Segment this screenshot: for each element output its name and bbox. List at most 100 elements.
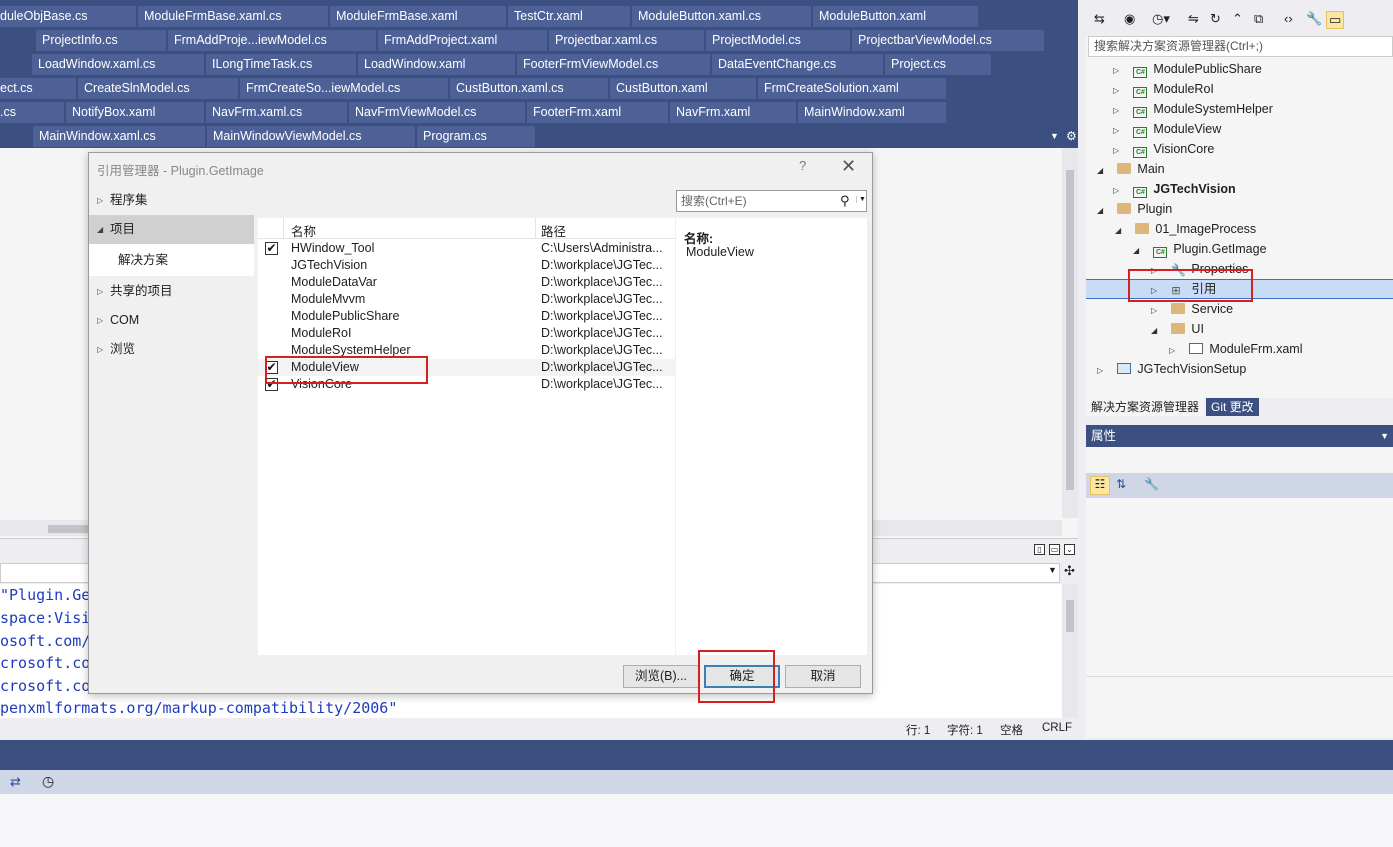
tree-node-modulefrm-xaml[interactable]: ▷ ModuleFrm.xaml (1169, 339, 1303, 359)
reference-checkbox[interactable]: ✔ (265, 242, 278, 255)
add-split-icon[interactable]: ✣ (1064, 563, 1075, 579)
browse-button[interactable]: 浏览(B)... (623, 665, 699, 688)
expand-arrow-icon[interactable]: ▷ (1113, 121, 1123, 141)
reference-row[interactable]: JGTechVision D:\workplace\JGTec... (258, 257, 675, 274)
tree-node-main[interactable]: ◢ Main (1097, 159, 1165, 179)
collapse-arrow-icon[interactable]: ◢ (1097, 201, 1107, 221)
tab-projectbar-xaml-cs[interactable]: Projectbar.xaml.cs (549, 30, 704, 51)
collapse-arrow-icon[interactable]: ◢ (1133, 241, 1143, 261)
refresh-icon[interactable]: ↻ (1210, 11, 1221, 27)
collapse-arrow-icon[interactable]: ◢ (1097, 161, 1107, 181)
column-header-path[interactable]: 路径 (541, 221, 566, 240)
expand-arrow-icon[interactable]: ▷ (1169, 341, 1179, 361)
tab-footerfrm-xaml[interactable]: FooterFrm.xaml (527, 102, 668, 123)
search-icon[interactable]: ⚲ (840, 193, 850, 209)
expand-arrow-icon[interactable]: ▷ (1113, 141, 1123, 161)
reference-row[interactable]: ModuleDataVar D:\workplace\JGTec... (258, 274, 675, 291)
tab-mainwindow-xaml-cs[interactable]: MainWindow.xaml.cs (33, 126, 205, 147)
expand-arrow-icon[interactable]: ▷ (1097, 361, 1107, 381)
reference-row[interactable]: ModuleRoI D:\workplace\JGTec... (258, 325, 675, 342)
tab-overflow-chevron-icon[interactable]: ▼ (1050, 131, 1059, 141)
split-vertical-icon[interactable]: ▯ (1034, 544, 1045, 555)
tree-node-moduleview[interactable]: ▷ C# ModuleView (1113, 119, 1221, 139)
tab-solution-explorer[interactable]: 解决方案资源管理器 (1086, 398, 1205, 416)
tab-projectmodel-cs[interactable]: ProjectModel.cs (706, 30, 850, 51)
category-assemblies[interactable]: ▷ 程序集 (89, 186, 254, 215)
code-vertical-scroll-thumb[interactable] (1066, 600, 1074, 632)
expand-arrow-icon[interactable]: ▷ (97, 306, 103, 335)
tab-cs[interactable]: .cs (0, 102, 64, 123)
expand-arrow-icon[interactable]: ▷ (1113, 81, 1123, 101)
tab-project-cs-2[interactable]: ect.cs (0, 78, 76, 99)
tree-node-service[interactable]: ▷ Service (1151, 299, 1233, 319)
tab-loadwindow-xaml[interactable]: LoadWindow.xaml (358, 54, 515, 75)
line-ending-indicator[interactable]: CRLF (1042, 722, 1072, 734)
whitespace-indicator[interactable]: 空格 (1000, 722, 1023, 738)
reference-row[interactable]: ModuleMvvm D:\workplace\JGTec... (258, 291, 675, 308)
categorized-view-icon[interactable]: ☷ (1090, 476, 1110, 495)
category-browse[interactable]: ▷ 浏览 (89, 335, 254, 364)
chevron-down-icon[interactable]: ▼ (856, 196, 866, 203)
tab-modulefrmbase-xaml[interactable]: ModuleFrmBase.xaml (330, 6, 506, 27)
chevron-down-icon[interactable]: ▼ (1048, 565, 1057, 575)
column-header-name[interactable]: 名称 (291, 221, 316, 240)
tab-loadwindow-xaml-cs[interactable]: LoadWindow.xaml.cs (32, 54, 204, 75)
reference-search-input[interactable]: 搜索(Ctrl+E) (676, 190, 867, 212)
expand-arrow-icon[interactable]: ▷ (97, 335, 103, 364)
tab-projectbarviewmodel-cs[interactable]: ProjectbarViewModel.cs (852, 30, 1044, 51)
expand-arrow-icon[interactable]: ▷ (1113, 181, 1123, 201)
globe-icon[interactable]: ◉ (1124, 11, 1135, 27)
history-icon[interactable]: ◷▾ (1152, 11, 1170, 27)
stack-icon[interactable]: ⇄ (10, 774, 21, 790)
expand-arrow-icon[interactable]: ▷ (1151, 301, 1161, 321)
tab-project-cs[interactable]: Project.cs (885, 54, 991, 75)
tree-node-modulepublicshare[interactable]: ▷ C# ModulePublicShare (1113, 59, 1262, 79)
tab-frmcreatesolution-viewmodel[interactable]: FrmCreateSo...iewModel.cs (240, 78, 448, 99)
tab-navfrmviewmodel-cs[interactable]: NavFrmViewModel.cs (349, 102, 525, 123)
solution-explorer-search-input[interactable]: 搜索解决方案资源管理器(Ctrl+;) (1088, 36, 1393, 57)
tab-dataeventchange-cs[interactable]: DataEventChange.cs (712, 54, 883, 75)
expand-arrow-icon[interactable]: ▷ (97, 186, 103, 215)
tab-program-cs[interactable]: Program.cs (417, 126, 535, 147)
tab-navfrm-xaml-cs[interactable]: NavFrm.xaml.cs (206, 102, 347, 123)
close-icon[interactable]: ✕ (841, 156, 856, 177)
tab-modulefrmbase-xaml-cs[interactable]: ModuleFrmBase.xaml.cs (138, 6, 328, 27)
tree-node-jgtechvision[interactable]: ▷ C# JGTechVision (1113, 179, 1236, 199)
expand-arrow-icon[interactable]: ▷ (97, 277, 103, 306)
tab-modulebutton-xaml-cs[interactable]: ModuleButton.xaml.cs (632, 6, 811, 27)
tab-footerfrmviewmodel-cs[interactable]: FooterFrmViewModel.cs (517, 54, 710, 75)
collapse-all-icon[interactable]: ⌃ (1232, 11, 1243, 27)
category-shared-projects[interactable]: ▷ 共享的项目 (89, 277, 254, 306)
collapse-arrow-icon[interactable]: ◢ (1151, 321, 1161, 341)
tab-modulebutton-xaml[interactable]: ModuleButton.xaml (813, 6, 978, 27)
designer-vertical-scroll-thumb[interactable] (1066, 170, 1074, 490)
category-solution[interactable]: 解决方案 (89, 244, 254, 276)
tab-git-changes[interactable]: Git 更改 (1206, 398, 1259, 416)
category-projects[interactable]: ◢ 项目 (89, 215, 254, 244)
back-forward-icon[interactable]: ⇋ (1188, 11, 1199, 27)
tab-custbutton-xaml[interactable]: CustButton.xaml (610, 78, 756, 99)
reference-row[interactable]: ModulePublicShare D:\workplace\JGTec... (258, 308, 675, 325)
tab-mainwindowviewmodel-cs[interactable]: MainWindowViewModel.cs (207, 126, 415, 147)
split-horizontal-icon[interactable]: ▭ (1049, 544, 1060, 555)
tree-node-modulesystemhelper[interactable]: ▷ C# ModuleSystemHelper (1113, 99, 1273, 119)
chevron-down-icon[interactable]: ▼ (1380, 425, 1389, 447)
tab-ilongtimetask-cs[interactable]: ILongTimeTask.cs (206, 54, 356, 75)
tab-mainwindow-xaml[interactable]: MainWindow.xaml (798, 102, 946, 123)
tree-node-plugin[interactable]: ◢ Plugin (1097, 199, 1172, 219)
tree-node-plugin-getimage[interactable]: ◢ C# Plugin.GetImage (1133, 239, 1267, 259)
tree-node-01-imageprocess[interactable]: ◢ 01_ImageProcess (1115, 219, 1256, 239)
tab-projectinfo-cs[interactable]: ProjectInfo.cs (36, 30, 166, 51)
tab-frmcreatesolution-xaml[interactable]: FrmCreateSolution.xaml (758, 78, 946, 99)
tab-custbutton-xaml-cs[interactable]: CustButton.xaml.cs (450, 78, 608, 99)
tab-frmaddproject-viewmodel[interactable]: FrmAddProje...iewModel.cs (168, 30, 376, 51)
sync-icon[interactable]: ⇆ (1094, 11, 1105, 27)
help-button[interactable]: ? (799, 158, 806, 173)
tree-node-moduleroi[interactable]: ▷ C# ModuleRoI (1113, 79, 1214, 99)
collapse-arrow-icon[interactable]: ◢ (97, 215, 103, 244)
category-com[interactable]: ▷ COM (89, 306, 254, 335)
tree-node-ui[interactable]: ◢ UI (1151, 319, 1204, 339)
clock-icon[interactable]: ◷ (42, 773, 54, 790)
property-pages-wrench-icon[interactable]: 🔧 (1144, 477, 1159, 491)
show-all-files-icon[interactable]: ⧉ (1254, 11, 1263, 27)
